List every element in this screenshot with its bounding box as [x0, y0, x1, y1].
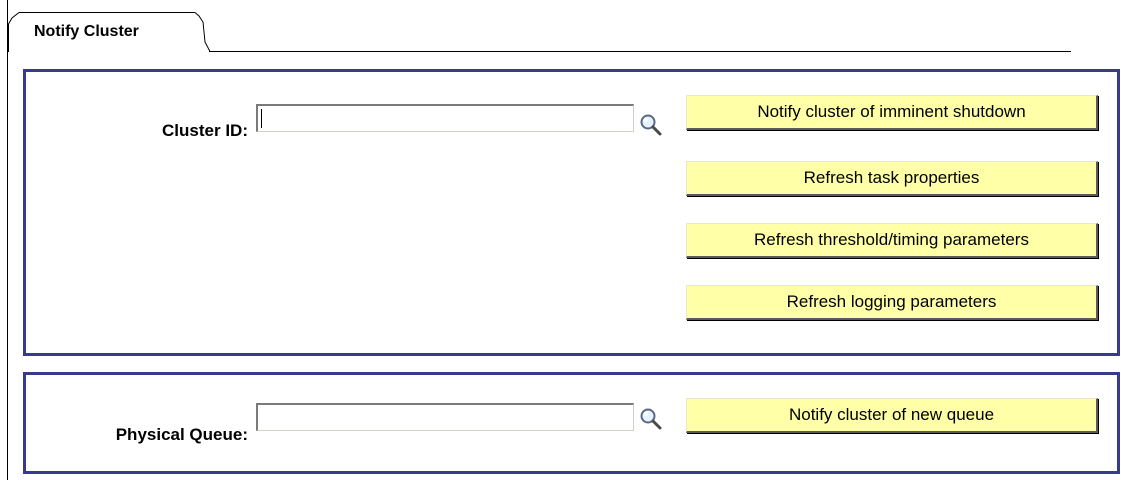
notify-new-queue-button[interactable]: Notify cluster of new queue — [686, 398, 1098, 433]
refresh-task-properties-button[interactable]: Refresh task properties — [686, 161, 1098, 196]
refresh-threshold-timing-button[interactable]: Refresh threshold/timing parameters — [686, 223, 1098, 258]
magnifier-icon[interactable] — [638, 112, 664, 138]
magnifier-icon[interactable] — [638, 406, 664, 432]
refresh-logging-parameters-button[interactable]: Refresh logging parameters — [686, 285, 1098, 320]
tab-top-edge — [19, 12, 195, 13]
text-caret — [261, 109, 262, 128]
window-edge — [7, 0, 8, 480]
physical-queue-label: Physical Queue: — [115, 425, 248, 444]
physical-queue-input[interactable] — [256, 403, 634, 431]
tab-right-edge — [194, 12, 211, 52]
notify-imminent-shutdown-button[interactable]: Notify cluster of imminent shutdown — [686, 95, 1098, 130]
cluster-id-label: Cluster ID: — [162, 121, 248, 140]
cluster-id-input[interactable] — [256, 104, 634, 132]
tab-left-edge — [8, 12, 20, 52]
tab-label: Notify Cluster — [34, 23, 139, 40]
notify-cluster-page: Notify Cluster Cluster ID: Notify cluste… — [0, 0, 1121, 480]
tab-baseline — [209, 51, 1071, 52]
